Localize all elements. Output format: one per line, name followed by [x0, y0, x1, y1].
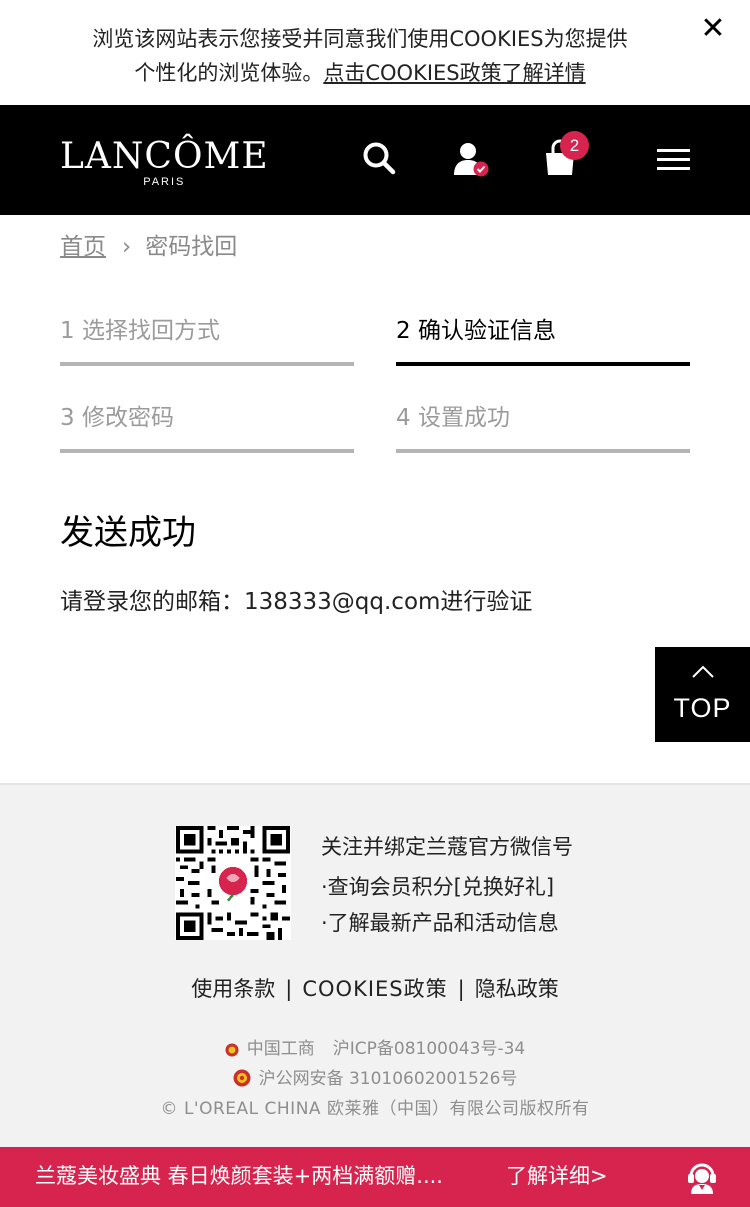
step-label: 1 选择找回方式 [60, 318, 220, 344]
link-separator: | [285, 977, 293, 1001]
step-label: 2 确认验证信息 [396, 318, 556, 344]
cookie-notice-text: 个性化的浏览体验。 [134, 61, 324, 85]
step-label: 3 修改密码 [60, 405, 174, 431]
breadcrumb-current: 密码找回 [145, 234, 238, 260]
cookies-policy-link[interactable]: COOKIES政策 [302, 977, 447, 1001]
site-header: LANCÔME PARIS 2 [0, 105, 750, 215]
step-progress-bar [60, 449, 354, 453]
aic-emblem-icon[interactable] [225, 1043, 239, 1057]
breadcrumb-home[interactable]: 首页 [60, 234, 106, 260]
cookie-notice: 浏览该网站表示您接受并同意我们使用COOKIES为您提供 个性化的浏览体验。点击… [40, 22, 680, 90]
logo-subtitle: PARIS [143, 176, 186, 188]
back-to-top-button[interactable]: TOP [655, 647, 750, 742]
cookie-notice-line2: 个性化的浏览体验。点击COOKIES政策了解详情 [40, 56, 680, 90]
aic-license-link[interactable]: 中国工商 [247, 1039, 315, 1059]
privacy-policy-link[interactable]: 隐私政策 [475, 977, 559, 1001]
promo-bar[interactable]: 兰蔻美妆盛典 春日焕颜套装+两档满额赠.... 了解详细> [0, 1147, 750, 1207]
step-select-method: 1 选择找回方式 [60, 316, 354, 366]
promo-text[interactable]: 兰蔻美妆盛典 春日焕颜套装+两档满额赠.... [35, 1161, 443, 1191]
police-emblem-icon[interactable] [233, 1069, 251, 1087]
copyright: © L'OREAL CHINA 欧莱雅（中国）有限公司版权所有 [160, 1099, 590, 1119]
step-change-password: 3 修改密码 [60, 403, 354, 453]
link-separator: | [457, 977, 465, 1001]
breadcrumb: 首页 › 密码找回 [60, 232, 237, 262]
police-record-link[interactable]: 沪公网安备 31010602001526号 [259, 1069, 518, 1089]
license-row: 中国工商 沪ICP备08100043号-34 [0, 1036, 750, 1062]
customer-service-icon[interactable] [686, 1160, 718, 1194]
cart-count-badge[interactable]: 2 [560, 131, 589, 160]
wechat-qr-code [175, 826, 291, 940]
back-to-top-label: TOP [673, 693, 732, 723]
police-record-row: 沪公网安备 31010602001526号 [0, 1066, 750, 1092]
step-progress-bar [60, 362, 354, 366]
wechat-follow-title: 关注并绑定兰蔻官方微信号 [321, 835, 573, 859]
chevron-up-icon [692, 665, 714, 678]
result-title: 发送成功 [60, 513, 196, 553]
account-icon[interactable] [453, 141, 491, 179]
footer-links: 使用条款 | COOKIES政策 | 隐私政策 [0, 974, 750, 1004]
step-label: 4 设置成功 [396, 405, 510, 431]
step-progress-bar [396, 362, 690, 366]
result-message: 请登录您的邮箱：138333@qq.com进行验证 [60, 589, 533, 615]
cookie-policy-link[interactable]: 点击COOKIES政策了解详情 [323, 61, 585, 85]
search-icon[interactable] [362, 141, 396, 175]
logo-wordmark: LANCÔME [60, 136, 269, 177]
icp-license-link[interactable]: 沪ICP备08100043号-34 [333, 1039, 525, 1059]
lancome-logo[interactable]: LANCÔME PARIS [60, 136, 269, 189]
wechat-benefit-news: ·了解最新产品和活动信息 [321, 911, 559, 935]
step-confirm-verification: 2 确认验证信息 [396, 316, 690, 366]
promo-details-link[interactable]: 了解详细> [506, 1161, 608, 1191]
cookie-notice-line1: 浏览该网站表示您接受并同意我们使用COOKIES为您提供 [92, 27, 628, 51]
breadcrumb-separator: › [122, 234, 132, 260]
terms-of-use-link[interactable]: 使用条款 [191, 977, 275, 1001]
step-setup-success: 4 设置成功 [396, 403, 690, 453]
wechat-benefit-points: ·查询会员积分[兑换好礼] [321, 875, 555, 899]
cookie-banner: 浏览该网站表示您接受并同意我们使用COOKIES为您提供 个性化的浏览体验。点击… [0, 0, 750, 105]
close-icon[interactable]: ✕ [698, 14, 728, 44]
step-progress-bar [396, 449, 690, 453]
menu-icon[interactable] [657, 149, 690, 171]
